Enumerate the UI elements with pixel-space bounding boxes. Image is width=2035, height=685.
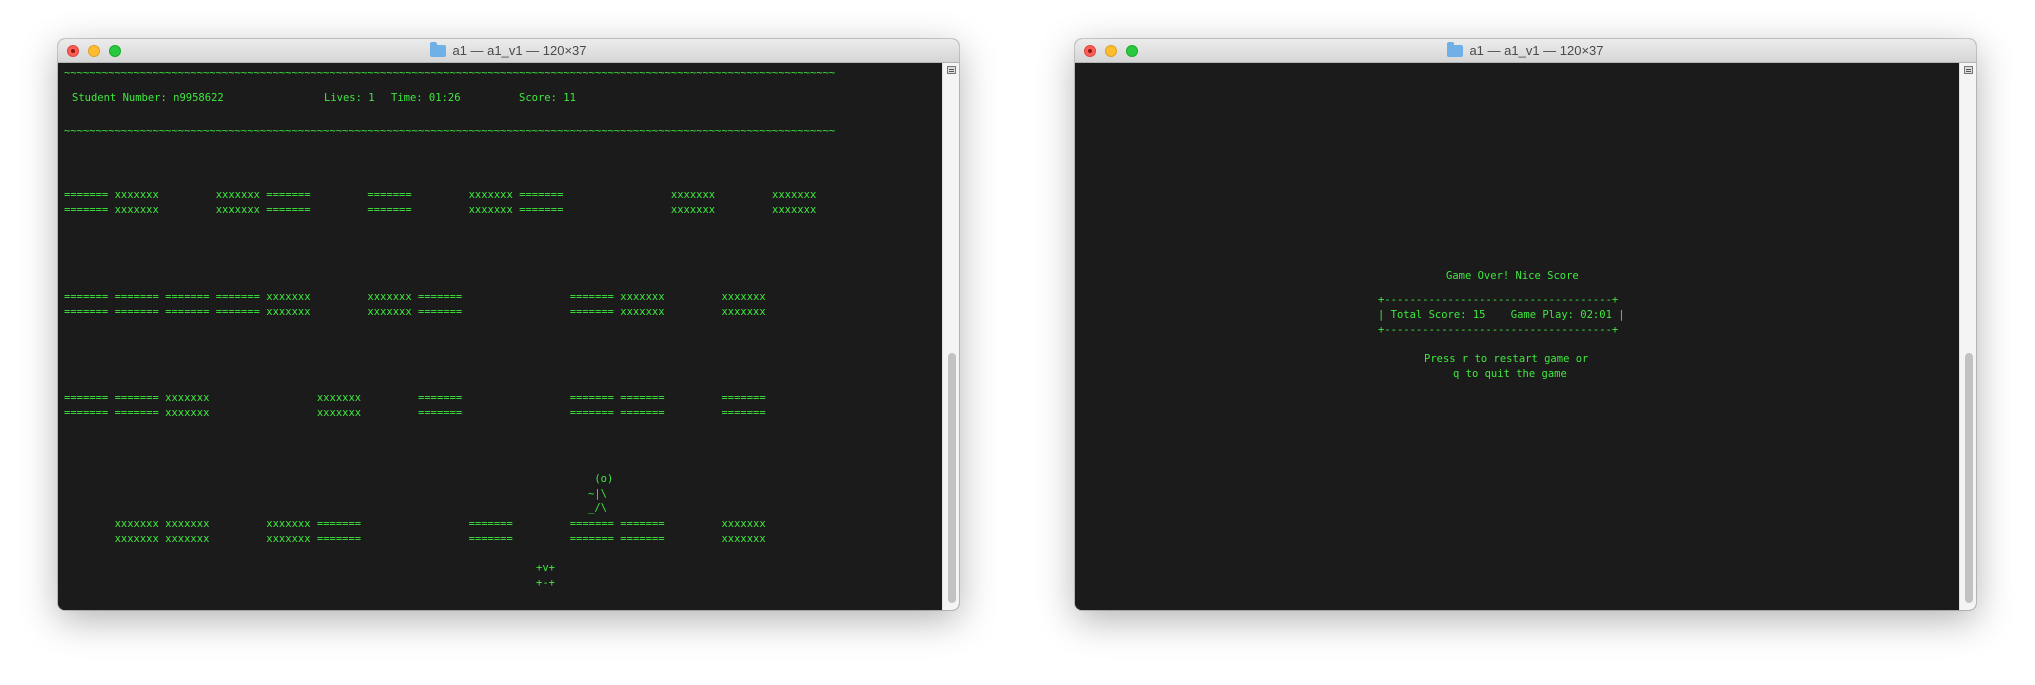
block-row-2: ======= ======= ======= ======= xxxxxxx … <box>64 291 766 318</box>
student-number: Student Number: n9958622 <box>72 92 224 104</box>
window-title: a1 — a1_v1 — 120×37 <box>1075 39 1976 62</box>
scrollbar[interactable] <box>1959 63 1976 610</box>
score-box-bottom: +------------------------------------+ <box>1378 324 1619 336</box>
score-box-content: | Total Score: 15 Game Play: 02:01 | <box>1378 309 1625 321</box>
top-border: ~~~~~~~~~~~~~~~~~~~~~~~~~~~~~~~~~~~~~~~~… <box>64 68 836 79</box>
score-counter: Score: 11 <box>519 92 576 104</box>
folder-icon <box>1447 41 1464 57</box>
bottom-border: ~~~~~~~~~~~~~~~~~~~~~~~~~~~~~~~~~~~~~~~~… <box>64 126 836 137</box>
terminal-content[interactable]: ~~~~~~~~~~~~~~~~~~~~~~~~~~~~~~~~~~~~~~~~… <box>58 63 943 610</box>
scrollbar[interactable] <box>942 63 959 610</box>
scroll-thumb[interactable] <box>948 353 956 603</box>
lives-counter: Lives: 1 <box>324 92 375 104</box>
title-bar[interactable]: a1 — a1_v1 — 120×37 <box>58 39 959 63</box>
split-pane-icon[interactable] <box>1964 66 1973 74</box>
block-row-1: ======= xxxxxxx xxxxxxx ======= ======= … <box>64 189 817 216</box>
time-counter: Time: 01:26 <box>391 92 461 104</box>
player-sprite: (o) ~|\ _/\ <box>588 473 614 514</box>
split-pane-icon[interactable] <box>947 66 956 74</box>
terminal-window-game-over[interactable]: a1 — a1_v1 — 120×37 Game Over! Nice Scor… <box>1075 39 1976 610</box>
terminal-content[interactable]: Game Over! Nice Score +-----------------… <box>1075 63 1960 610</box>
window-title: a1 — a1_v1 — 120×37 <box>58 39 959 62</box>
terminal-window-game[interactable]: a1 — a1_v1 — 120×37 ~~~~~~~~~~~~~~~~~~~~… <box>58 39 959 610</box>
block-row-3: ======= ======= xxxxxxx xxxxxxx ======= … <box>64 392 766 419</box>
block-row-4: xxxxxxx xxxxxxx xxxxxxx ======= ======= … <box>114 518 766 545</box>
quit-prompt: q to quit the game <box>1453 368 1567 380</box>
folder-icon <box>430 41 447 57</box>
restart-prompt: Press r to restart game or <box>1424 353 1589 365</box>
score-box-top: +------------------------------------+ <box>1378 294 1619 306</box>
scroll-thumb[interactable] <box>1965 353 1973 603</box>
game-over-message: Game Over! Nice Score <box>1446 270 1579 282</box>
window-title-text: a1 — a1_v1 — 120×37 <box>452 43 587 58</box>
zombie-sprite: +v+ +-+ <box>536 562 555 589</box>
window-title-text: a1 — a1_v1 — 120×37 <box>1469 43 1604 58</box>
title-bar[interactable]: a1 — a1_v1 — 120×37 <box>1075 39 1976 63</box>
